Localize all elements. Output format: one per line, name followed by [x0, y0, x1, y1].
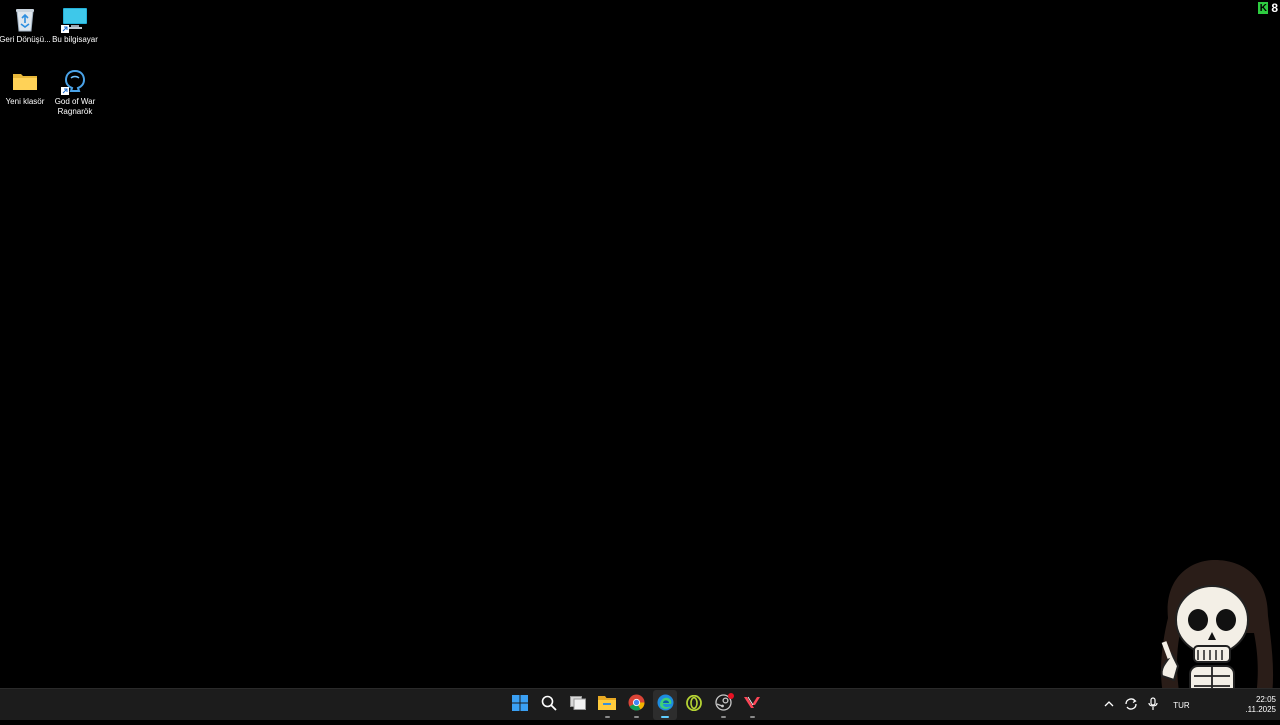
language-indicator[interactable]: TUR: [1163, 689, 1199, 721]
shortcut-arrow-icon: [61, 25, 69, 33]
tray-overflow-button[interactable]: [1099, 689, 1119, 721]
chevron-up-icon: [1104, 700, 1114, 710]
running-indicator: [633, 716, 639, 718]
windows-start-icon: [512, 694, 528, 716]
system-tray: TUR 22:05 .11.2025: [1099, 689, 1280, 721]
folder-icon: [12, 68, 38, 94]
running-indicator: [720, 716, 726, 718]
clock-time: 22:05: [1255, 695, 1276, 704]
running-indicator: [749, 716, 755, 718]
taskbar-clock[interactable]: 22:05 .11.2025: [1243, 695, 1280, 715]
search-button[interactable]: [537, 690, 561, 720]
desktop-icon-label: God of War Ragnarök: [54, 97, 96, 116]
task-view-button[interactable]: [566, 690, 590, 720]
desktop-icon-god-of-war[interactable]: God of War Ragnarök: [50, 68, 100, 117]
start-button[interactable]: [508, 690, 532, 720]
k-logo-icon: K: [1258, 2, 1269, 14]
task-view-icon: [570, 695, 586, 715]
desktop-icon-new-folder[interactable]: Yeni klasör: [0, 68, 50, 107]
notification-dot: [728, 693, 734, 699]
taskbar-apps: [508, 689, 764, 721]
taskbar-app-edge[interactable]: [653, 690, 677, 720]
desktop-icon-this-pc[interactable]: Bu bilgisayar: [50, 6, 100, 45]
tray-hidden-area: [1199, 689, 1243, 721]
file-explorer-icon: [598, 695, 616, 715]
counter-value: 8: [1271, 1, 1278, 15]
desktop-icon-recycle-bin[interactable]: Geri Dönüşü...: [0, 6, 51, 45]
running-indicator: [661, 716, 669, 718]
tray-microphone-button[interactable]: [1143, 689, 1163, 721]
tray-sync-button[interactable]: [1119, 689, 1143, 721]
opera-icon: [686, 694, 702, 716]
search-icon: [541, 695, 557, 716]
sync-icon: [1124, 697, 1138, 713]
edge-icon: [657, 694, 674, 716]
microphone-icon: [1148, 697, 1159, 713]
overlay-counter-badge[interactable]: K 8: [1258, 1, 1278, 15]
shortcut-arrow-icon: [61, 87, 69, 95]
desktop-icon-label: Bu bilgisayar: [52, 35, 98, 44]
desktop[interactable]: Geri Dönüşü... Bu bilgisayar Yeni klasör: [0, 0, 1280, 717]
valorant-icon: [744, 696, 760, 715]
taskbar-app-valorant[interactable]: [740, 690, 764, 720]
chrome-icon: [628, 694, 645, 716]
taskbar-app-steam[interactable]: [711, 690, 735, 720]
taskbar: TUR 22:05 .11.2025: [0, 688, 1280, 720]
taskbar-app-file-explorer[interactable]: [595, 690, 619, 720]
recycle-bin-icon: [12, 6, 38, 32]
clock-date: .11.2025: [1245, 705, 1276, 714]
game-shortcut-icon: [61, 68, 88, 95]
taskbar-app-chrome[interactable]: [624, 690, 648, 720]
running-indicator: [604, 716, 610, 718]
computer-icon: [61, 6, 88, 33]
taskbar-app-opera[interactable]: [682, 690, 706, 720]
